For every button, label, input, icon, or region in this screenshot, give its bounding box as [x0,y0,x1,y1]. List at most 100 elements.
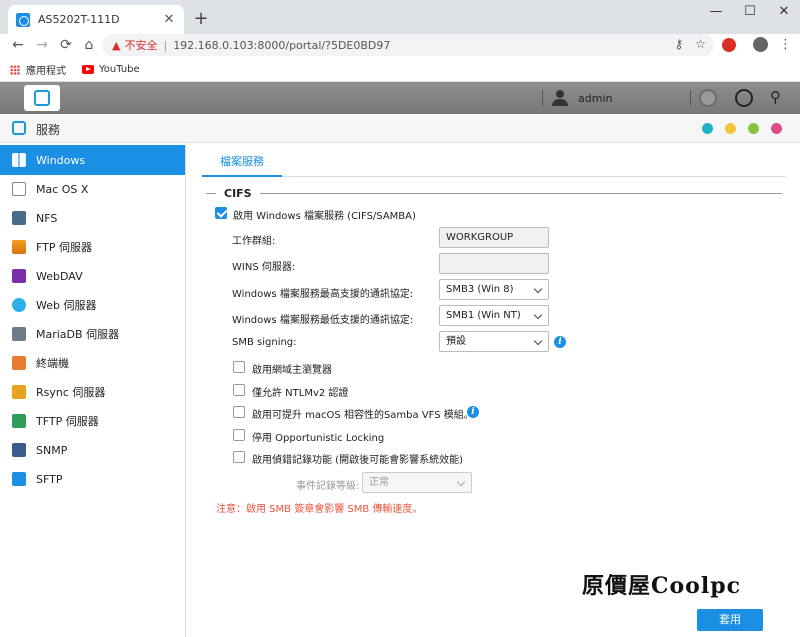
min-protocol-label: Windows 檔案服務最低支援的通訊協定: [232,315,414,326]
smb-signing-info-icon[interactable]: i [554,336,566,348]
terminal-icon [12,356,26,370]
warning-icon: ▲ [112,38,121,52]
section-rule [259,193,782,194]
sidebar-item-label: 終端機 [36,357,69,370]
url-text[interactable]: 192.168.0.103:8000/portal/?5DE0BD97 [173,39,390,52]
master-browser-checkbox[interactable] [233,361,245,373]
max-protocol-select[interactable]: SMB3 (Win 8) [439,279,549,300]
bookmark-youtube[interactable]: YouTube [99,64,140,75]
workgroup-input[interactable]: WORKGROUP [439,227,549,248]
wins-label: WINS 伺服器: [232,262,296,273]
sidebar-item-windows[interactable]: Windows [0,145,185,175]
sidebar-item-sftp[interactable]: SFTP [0,464,185,494]
new-tab-button[interactable]: + [191,8,211,29]
youtube-icon[interactable] [82,65,94,74]
sidebar-item-webdav[interactable]: WebDAV [0,261,185,291]
sidebar-item-label: Mac OS X [36,182,89,196]
home-button[interactable]: ⌂ [79,35,99,55]
browser-menu-icon[interactable]: ⋮ [779,37,792,52]
sidebar-item-label: Rsync 伺服器 [36,386,106,399]
window-dot-help[interactable] [702,123,713,134]
nas-username[interactable]: admin [578,92,612,105]
debug-log-checkbox[interactable] [233,451,245,463]
sidebar-item-label: MariaDB 伺服器 [36,328,120,341]
sidebar-item-label: SNMP [36,443,68,457]
sidebar-item-tftp[interactable]: TFTP 伺服器 [0,406,185,436]
web-server-icon [12,298,26,312]
sidebar-item-ftp[interactable]: FTP 伺服器 [0,232,185,262]
sidebar-item-mac[interactable]: Mac OS X [0,174,185,204]
app-window-header: 服務 [0,114,800,143]
address-separator: | [163,38,168,52]
macos-vfs-label: 啟用可提升 macOS 相容性的Samba VFS 模組。 [252,410,474,421]
apply-button[interactable]: 套用 [697,609,763,631]
insecure-label[interactable]: 不安全 [124,37,157,53]
sidebar-item-rsync[interactable]: Rsync 伺服器 [0,377,185,407]
window-dot-maximize[interactable] [748,123,759,134]
address-bar[interactable]: ▲ 不安全 | 192.168.0.103:8000/portal/?5DE0B… [102,34,714,56]
services-sidebar: Windows Mac OS X NFS FTP 伺服器 WebDAV Web … [0,143,186,637]
back-button[interactable]: ← [8,35,28,55]
tab-close-icon[interactable]: ✕ [162,12,176,27]
wins-input[interactable] [439,253,549,274]
window-dot-minimize[interactable] [725,123,736,134]
debug-log-label: 啟用偵錯記錄功能 (開啟後可能會影響系統效能) [252,455,463,466]
sidebar-item-snmp[interactable]: SNMP [0,435,185,465]
forward-button[interactable]: → [32,35,52,55]
tftp-icon [12,414,26,428]
search-icon[interactable]: ⚲ [770,88,781,106]
sidebar-item-terminal[interactable]: 終端機 [0,348,185,378]
window-dot-close[interactable] [771,123,782,134]
ntlmv2-label: 僅允許 NTLMv2 認證 [252,388,349,399]
sidebar-item-label: WebDAV [36,269,83,283]
macos-vfs-info-icon[interactable]: i [467,406,479,418]
browser-tab[interactable]: AS5202T-111D ✕ [8,5,184,34]
reload-button[interactable]: ⟳ [56,35,76,55]
user-icon [552,90,568,106]
nas-bar-divider [690,90,691,106]
services-app-button[interactable] [24,85,60,111]
sidebar-item-label: FTP 伺服器 [36,241,92,254]
sidebar-item-mariadb[interactable]: MariaDB 伺服器 [0,319,185,349]
mariadb-icon [12,327,26,341]
smb-signing-label: SMB signing: [232,337,297,348]
webdav-icon [12,269,26,283]
window-close-button[interactable]: ✕ [775,4,793,19]
macos-vfs-checkbox[interactable] [233,406,245,418]
oplocks-label: 停用 Opportunistic Locking [252,433,385,444]
enable-cifs-checkbox[interactable] [215,207,227,219]
max-protocol-label: Windows 檔案服務最高支援的通訊協定: [232,289,414,300]
sidebar-item-nfs[interactable]: NFS [0,203,185,233]
app-title: 服務 [36,123,61,137]
sidebar-item-web-server[interactable]: Web 伺服器 [0,290,185,320]
oplocks-checkbox[interactable] [233,429,245,441]
key-icon[interactable]: ⚷ [674,37,683,51]
dashboard-gauge-icon[interactable] [735,89,753,107]
main-panel: 檔案服務 CIFS 啟用 Windows 檔案服務 (CIFS/SAMBA) 工… [186,143,800,637]
log-level-select[interactable]: 正常 [362,472,472,493]
min-protocol-select[interactable]: SMB1 (Win NT) [439,305,549,326]
enable-cifs-label: 啟用 Windows 檔案服務 (CIFS/SAMBA) [233,211,416,222]
watermark-logo: 原價屋Coolpc [582,573,741,599]
tab-file-services[interactable]: 檔案服務 [202,153,282,177]
section-title: CIFS [224,187,252,200]
extension-icon[interactable] [722,38,736,52]
bookmark-apps[interactable]: 應用程式 [26,62,66,77]
notification-icon[interactable] [699,89,717,107]
services-logo-icon [12,121,26,135]
nas-bar-divider [542,90,543,106]
profile-avatar-icon[interactable] [753,37,768,52]
sidebar-item-label: Web 伺服器 [36,299,97,312]
sftp-icon [12,472,26,486]
log-level-label: 事件記錄等級: [296,481,360,492]
smb-signing-select[interactable]: 預設 [439,331,549,352]
mac-icon [12,182,26,196]
ntlmv2-checkbox[interactable] [233,384,245,396]
minimize-button[interactable]: — [707,4,725,19]
snmp-icon [12,443,26,457]
bookmark-star-icon[interactable]: ☆ [695,37,706,51]
maximize-button[interactable]: ☐ [741,4,759,19]
apps-grid-icon[interactable] [10,64,20,75]
rsync-icon [12,385,26,399]
section-rule [206,193,216,194]
